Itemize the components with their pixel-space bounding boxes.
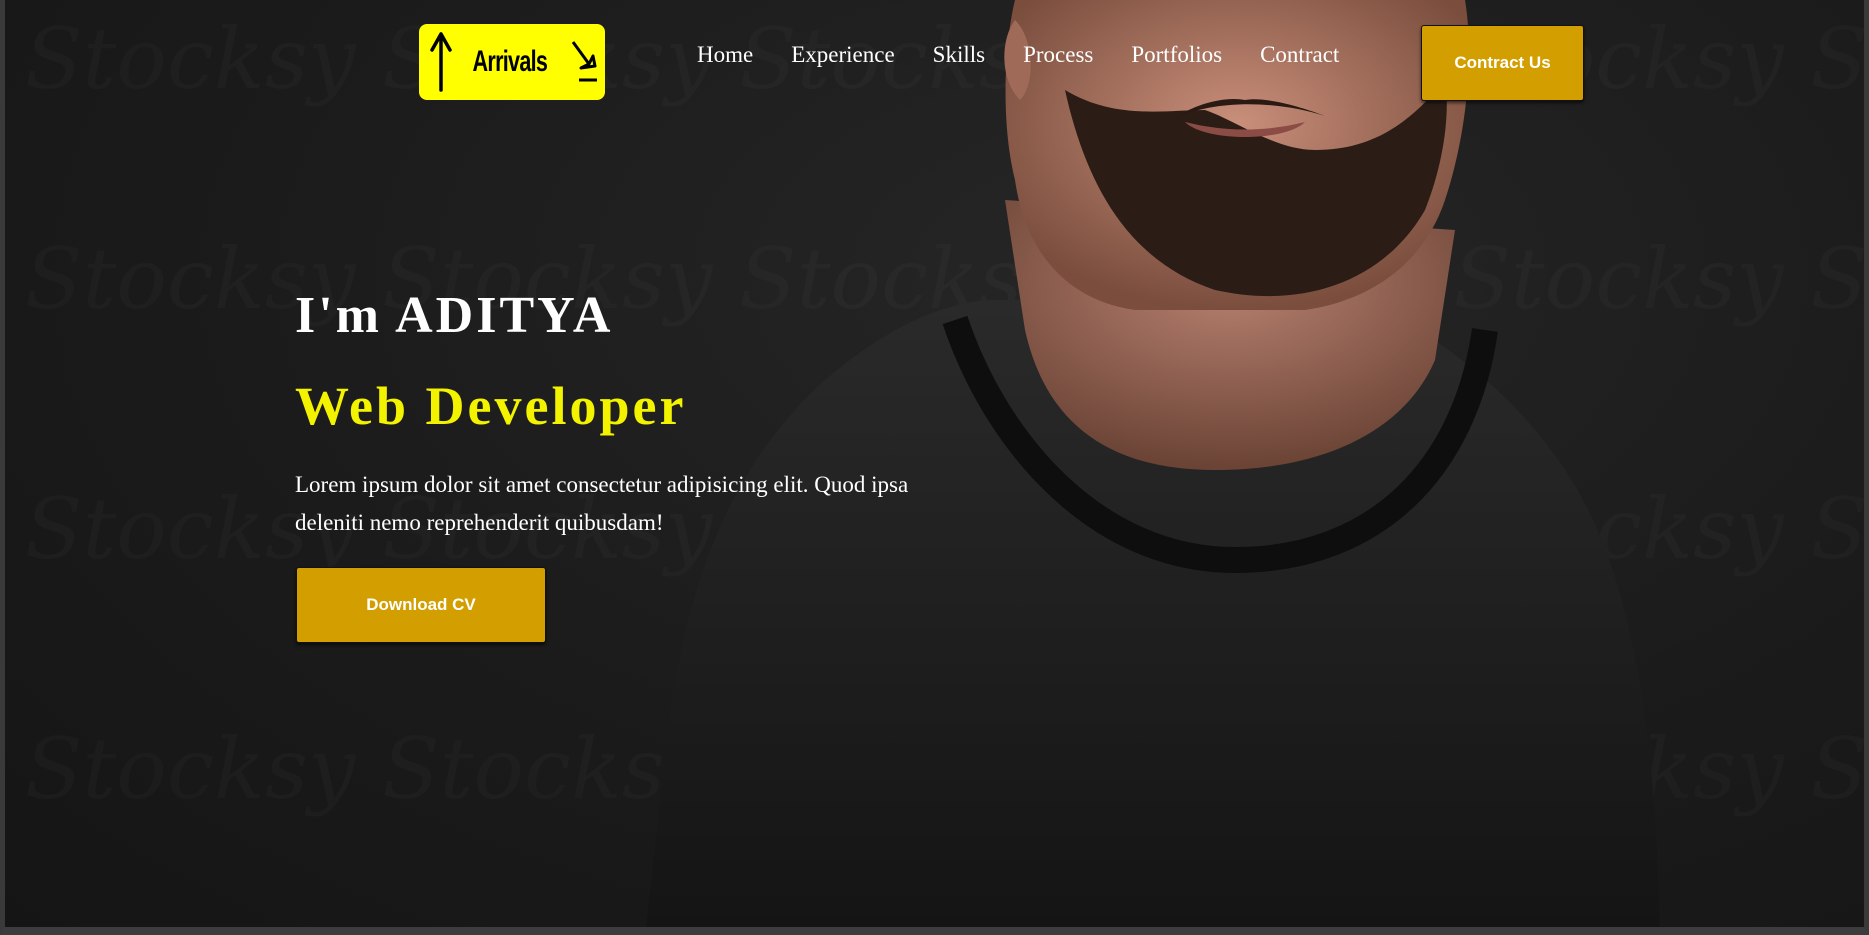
hero-role: Web Developer	[295, 376, 687, 436]
logo-text: Arrivals	[472, 45, 548, 78]
nav-item-skills[interactable]: Skills	[933, 42, 985, 68]
plane-landing-icon	[571, 41, 597, 82]
main-nav: Home Experience Skills Process Portfolio…	[697, 42, 1339, 68]
arrow-up-icon	[430, 32, 452, 92]
nav-item-experience[interactable]: Experience	[791, 42, 894, 68]
nav-item-process[interactable]: Process	[1023, 42, 1093, 68]
contact-us-button[interactable]: Contract Us	[1421, 25, 1584, 101]
nav-item-contract[interactable]: Contract	[1260, 42, 1339, 68]
page: Stocksy Stocksy Stocksy Stocksy Stocksy …	[0, 0, 1869, 935]
nav-item-home[interactable]: Home	[697, 42, 753, 68]
hero-description: Lorem ipsum dolor sit amet consectetur a…	[295, 472, 909, 535]
hero-name: I'm ADITYA	[295, 287, 614, 344]
download-cv-button[interactable]: Download CV	[296, 567, 546, 643]
logo[interactable]: Arrivals	[419, 24, 605, 100]
nav-item-portfolios[interactable]: Portfolios	[1131, 42, 1222, 68]
